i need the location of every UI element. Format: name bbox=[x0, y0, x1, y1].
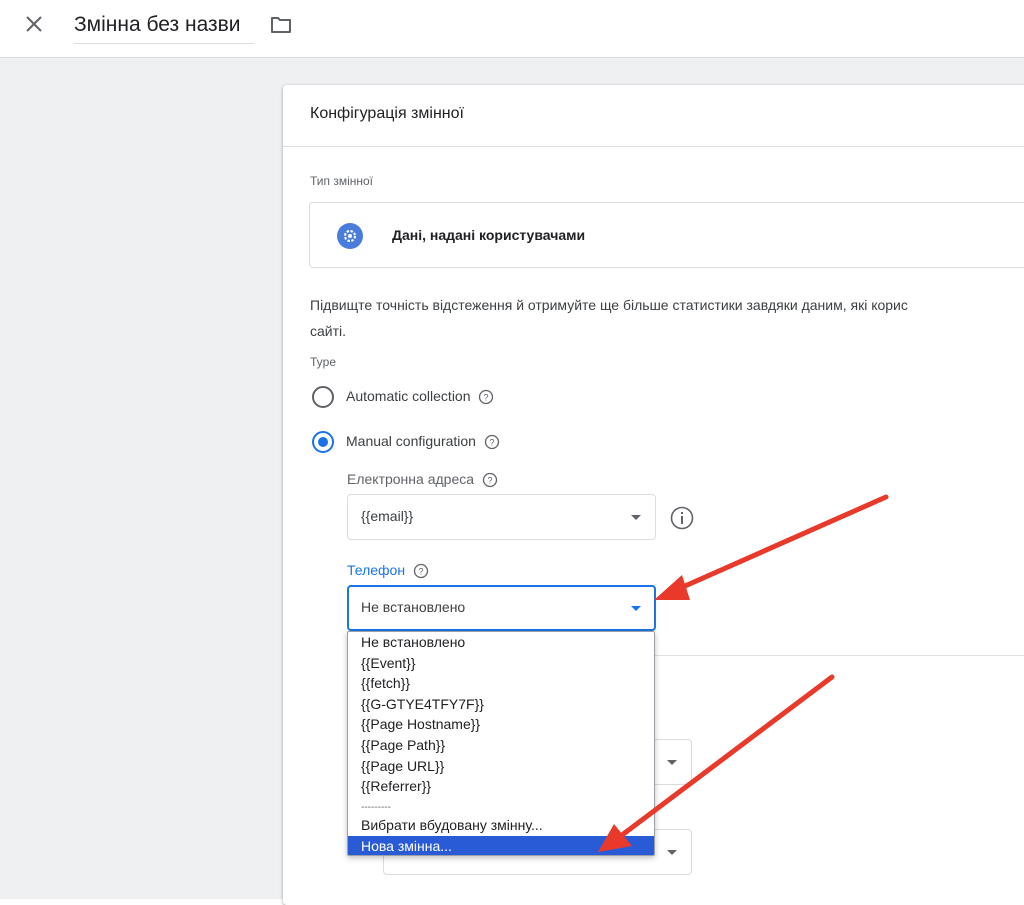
chevron-down-icon bbox=[667, 850, 677, 855]
radio-button[interactable] bbox=[312, 386, 334, 408]
variable-name-input[interactable]: Змінна без назви bbox=[74, 10, 254, 44]
svg-text:?: ? bbox=[418, 567, 423, 577]
dropdown-option-new-variable[interactable]: Нова змінна... bbox=[348, 835, 654, 855]
description-line: сайті. bbox=[310, 323, 347, 339]
dropdown-option[interactable]: Не встановлено bbox=[348, 632, 654, 653]
phone-dropdown-list[interactable]: Не встановлено {{Event}} {{fetch}} {{G-G… bbox=[347, 631, 655, 856]
folder-button[interactable] bbox=[268, 12, 294, 38]
phone-field-label: Телефон ? bbox=[347, 562, 429, 579]
dropdown-option[interactable]: {{G-GTYE4TFY7F}} bbox=[348, 694, 654, 715]
phone-select[interactable]: Не встановлено bbox=[347, 585, 656, 631]
svg-text:?: ? bbox=[489, 438, 494, 448]
type-label: Type bbox=[310, 355, 337, 369]
folder-icon bbox=[271, 17, 291, 33]
dropdown-option[interactable]: {{Page URL}} bbox=[348, 756, 654, 777]
description-line: Підвищте точність відстеження й отримуйт… bbox=[310, 297, 908, 313]
chevron-down-icon bbox=[631, 515, 641, 520]
close-button[interactable] bbox=[20, 10, 48, 38]
help-circle-icon[interactable]: ? bbox=[478, 389, 494, 405]
svg-text:?: ? bbox=[484, 393, 489, 403]
chevron-down-icon bbox=[667, 760, 677, 765]
dropdown-option[interactable]: {{Page Path}} bbox=[348, 735, 654, 756]
section-divider bbox=[653, 655, 1024, 656]
close-icon bbox=[26, 16, 42, 32]
help-circle-icon[interactable]: ? bbox=[413, 563, 429, 579]
variable-type-name: Дані, надані користувачами bbox=[392, 227, 586, 243]
help-circle-icon[interactable]: ? bbox=[482, 472, 498, 488]
email-select-value: {{email}} bbox=[361, 508, 414, 524]
email-field-label: Електронна адреса ? bbox=[347, 471, 498, 488]
dropdown-option[interactable]: {{Event}} bbox=[348, 653, 654, 674]
dropdown-divider: --------- bbox=[361, 802, 391, 813]
phone-select-value: Не встановлено bbox=[361, 599, 466, 615]
radio-label: Automatic collection ? bbox=[346, 388, 494, 405]
gear-icon bbox=[337, 223, 363, 249]
description-text: Підвищте точність відстеження й отримуйт… bbox=[310, 292, 1024, 344]
help-circle-icon[interactable]: ? bbox=[484, 434, 500, 450]
email-select[interactable]: {{email}} bbox=[347, 494, 656, 540]
dropdown-option[interactable]: {{fetch}} bbox=[348, 673, 654, 694]
radio-label: Manual configuration ? bbox=[346, 433, 500, 450]
card-header: Конфігурація змінної bbox=[283, 85, 1024, 147]
card-title: Конфігурація змінної bbox=[310, 105, 464, 122]
dropdown-option-builtin-variable[interactable]: Вибрати вбудовану змінну... bbox=[348, 815, 654, 836]
info-button[interactable] bbox=[669, 505, 695, 531]
variable-type-label: Тип змінної bbox=[310, 174, 374, 188]
chevron-down-icon bbox=[631, 606, 641, 611]
radio-button[interactable] bbox=[312, 431, 334, 453]
top-bar: Змінна без назви bbox=[0, 0, 1024, 58]
svg-text:?: ? bbox=[487, 476, 492, 486]
info-icon bbox=[670, 506, 694, 530]
dropdown-option[interactable]: {{Page Hostname}} bbox=[348, 714, 654, 735]
variable-type-selector[interactable]: Дані, надані користувачами bbox=[309, 202, 1024, 268]
dropdown-option[interactable]: {{Referrer}} bbox=[348, 776, 654, 797]
